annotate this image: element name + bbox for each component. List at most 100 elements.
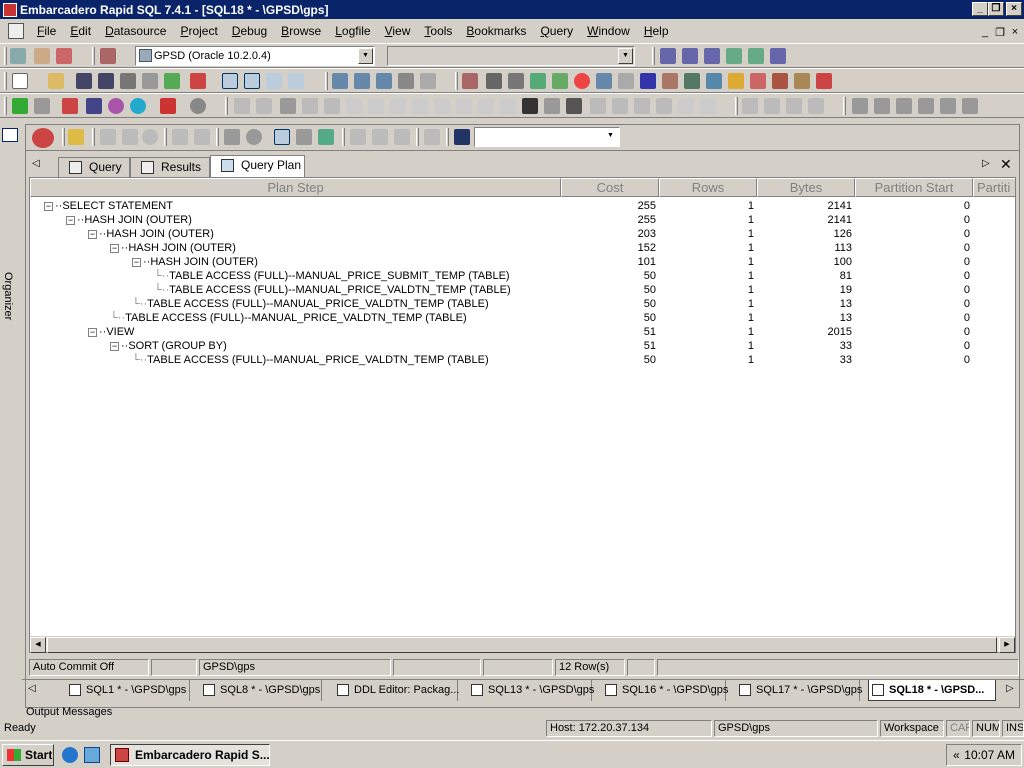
open-project-icon[interactable] bbox=[34, 48, 50, 64]
partition-start-cell[interactable]: 0 bbox=[964, 199, 970, 213]
execute-script-icon[interactable] bbox=[552, 73, 568, 89]
plan-step-cell[interactable]: └··TABLE ACCESS (FULL)--MANUAL_PRICE_VAL… bbox=[110, 311, 467, 325]
datasource-select[interactable]: GPSD (Oracle 10.2.0.4) ▼ bbox=[135, 46, 375, 66]
timer-icon[interactable] bbox=[142, 129, 158, 145]
output-messages-label[interactable]: Output Messages bbox=[26, 706, 112, 718]
rows-cell[interactable]: 1 bbox=[748, 339, 754, 353]
clock-icon[interactable] bbox=[574, 73, 590, 89]
cost-cell[interactable]: 50 bbox=[644, 353, 656, 367]
copy-object-icon[interactable] bbox=[398, 73, 414, 89]
menu-help[interactable]: Help bbox=[637, 24, 676, 38]
debug-over-icon[interactable] bbox=[764, 98, 780, 114]
app-icon[interactable] bbox=[3, 2, 17, 17]
partition-start-cell[interactable]: 0 bbox=[964, 353, 970, 367]
step-icon[interactable] bbox=[34, 98, 50, 114]
filter-icon[interactable] bbox=[618, 73, 634, 89]
rows-cell[interactable]: 1 bbox=[748, 269, 754, 283]
plan-step-cell[interactable]: − ··HASH JOIN (OUTER) bbox=[66, 213, 192, 227]
collapse-node-icon[interactable]: − bbox=[88, 327, 97, 337]
sort-icon[interactable] bbox=[874, 98, 890, 114]
bytes-cell[interactable]: 13 bbox=[840, 297, 852, 311]
new-file-icon[interactable] bbox=[12, 73, 28, 89]
duplicate-icon[interactable] bbox=[918, 98, 934, 114]
lowercase-icon[interactable] bbox=[456, 98, 472, 114]
restore-button[interactable]: ❐ bbox=[988, 2, 1004, 16]
partition-start-cell[interactable]: 0 bbox=[964, 227, 970, 241]
step-into-icon[interactable] bbox=[172, 129, 188, 145]
step-out-icon[interactable] bbox=[194, 129, 210, 145]
bytes-cell[interactable]: 2141 bbox=[828, 213, 852, 227]
plan-select[interactable]: ▼ bbox=[474, 127, 620, 147]
tools-icon[interactable] bbox=[596, 73, 612, 89]
table-row[interactable]: − ··VIEW 51 1 2015 0 bbox=[30, 325, 1015, 339]
circle-icon[interactable] bbox=[130, 98, 146, 114]
bookmark-prev-icon[interactable] bbox=[634, 98, 650, 114]
wizard-icon[interactable] bbox=[164, 73, 180, 89]
query-plan-icon[interactable] bbox=[274, 129, 290, 145]
save-all-icon[interactable] bbox=[98, 73, 114, 89]
menu-window[interactable]: Window bbox=[580, 24, 637, 38]
doc-tab-sql17[interactable]: SQL17 * - \GPSD\gps bbox=[736, 680, 862, 701]
paste-icon[interactable] bbox=[324, 98, 340, 114]
rows-cell[interactable]: 1 bbox=[748, 353, 754, 367]
package-icon[interactable] bbox=[794, 73, 810, 89]
menu-browse[interactable]: Browse bbox=[274, 24, 328, 38]
rows-cell[interactable]: 1 bbox=[748, 283, 754, 297]
globe-icon[interactable] bbox=[530, 73, 546, 89]
table-row[interactable]: − ··HASH JOIN (OUTER) 152 1 113 0 bbox=[30, 241, 1015, 255]
collapse-node-icon[interactable]: − bbox=[110, 341, 119, 351]
plan-step-cell[interactable]: − ··HASH JOIN (OUTER) bbox=[88, 227, 214, 241]
menu-edit[interactable]: Edit bbox=[63, 24, 98, 38]
fast-forward-icon[interactable] bbox=[122, 129, 138, 145]
table-row[interactable]: └··TABLE ACCESS (FULL)--MANUAL_PRICE_VAL… bbox=[30, 297, 1015, 311]
rollback-icon[interactable] bbox=[394, 129, 410, 145]
menu-file[interactable]: File bbox=[30, 24, 63, 38]
bytes-cell[interactable]: 113 bbox=[834, 241, 852, 255]
cost-cell[interactable]: 50 bbox=[644, 311, 656, 325]
partition-start-cell[interactable]: 0 bbox=[964, 213, 970, 227]
rows-cell[interactable]: 1 bbox=[748, 325, 754, 339]
pointer-icon[interactable] bbox=[244, 73, 260, 89]
object-icon[interactable] bbox=[190, 73, 206, 89]
table-row[interactable]: └··TABLE ACCESS (FULL)--MANUAL_PRICE_VAL… bbox=[30, 311, 1015, 325]
column-header-cost[interactable]: Cost bbox=[561, 178, 659, 197]
plan-step-cell[interactable]: − ··SORT (GROUP BY) bbox=[110, 339, 227, 353]
binoculars-icon[interactable] bbox=[522, 98, 538, 114]
rows-cell[interactable]: 1 bbox=[748, 297, 754, 311]
partition-start-cell[interactable]: 0 bbox=[964, 339, 970, 353]
save-icon[interactable] bbox=[76, 73, 92, 89]
view-icon[interactable] bbox=[354, 73, 370, 89]
books-icon[interactable] bbox=[62, 98, 78, 114]
table-row[interactable]: − ··SELECT STATEMENT 255 1 2141 0 bbox=[30, 199, 1015, 213]
cost-cell[interactable]: 50 bbox=[644, 297, 656, 311]
menu-view[interactable]: View bbox=[378, 24, 418, 38]
bytes-cell[interactable]: 126 bbox=[834, 227, 852, 241]
execute-icon[interactable] bbox=[12, 98, 28, 114]
bytes-cell[interactable]: 81 bbox=[840, 269, 852, 283]
autocommit-status[interactable]: Auto Commit Off bbox=[29, 659, 149, 676]
scroll-thumb[interactable] bbox=[47, 637, 997, 653]
tab-query[interactable]: Query bbox=[58, 157, 130, 177]
rows-cell[interactable]: 1 bbox=[748, 227, 754, 241]
rows-cell[interactable]: 1 bbox=[748, 255, 754, 269]
run-user-icon[interactable] bbox=[454, 129, 470, 145]
bookmark-next-icon[interactable] bbox=[612, 98, 628, 114]
cost-cell[interactable]: 101 bbox=[638, 255, 656, 269]
settings-icon[interactable] bbox=[772, 73, 788, 89]
rows-cell[interactable]: 1 bbox=[748, 213, 754, 227]
column-header-partition-stop[interactable]: Partiti bbox=[973, 178, 1015, 197]
report-icon[interactable] bbox=[852, 98, 868, 114]
redo-icon[interactable] bbox=[256, 98, 272, 114]
doc-tab-sql1[interactable]: SQL1 * - \GPSD\gps bbox=[66, 680, 190, 701]
mdi-restore-icon[interactable]: ❐ bbox=[993, 26, 1007, 39]
clock[interactable]: 10:07 AM bbox=[964, 748, 1015, 762]
uncomment-icon[interactable] bbox=[412, 98, 428, 114]
bytes-cell[interactable]: 13 bbox=[840, 311, 852, 325]
table-row[interactable]: − ··HASH JOIN (OUTER) 203 1 126 0 bbox=[30, 227, 1015, 241]
undo-icon[interactable] bbox=[234, 98, 250, 114]
plan-step-cell[interactable]: − ··VIEW bbox=[88, 325, 134, 339]
debug-run-icon[interactable] bbox=[808, 98, 824, 114]
mail-icon[interactable] bbox=[142, 73, 158, 89]
plan-step-cell[interactable]: └··TABLE ACCESS (FULL)--MANUAL_PRICE_VAL… bbox=[132, 353, 489, 367]
bytes-cell[interactable]: 2015 bbox=[828, 325, 852, 339]
